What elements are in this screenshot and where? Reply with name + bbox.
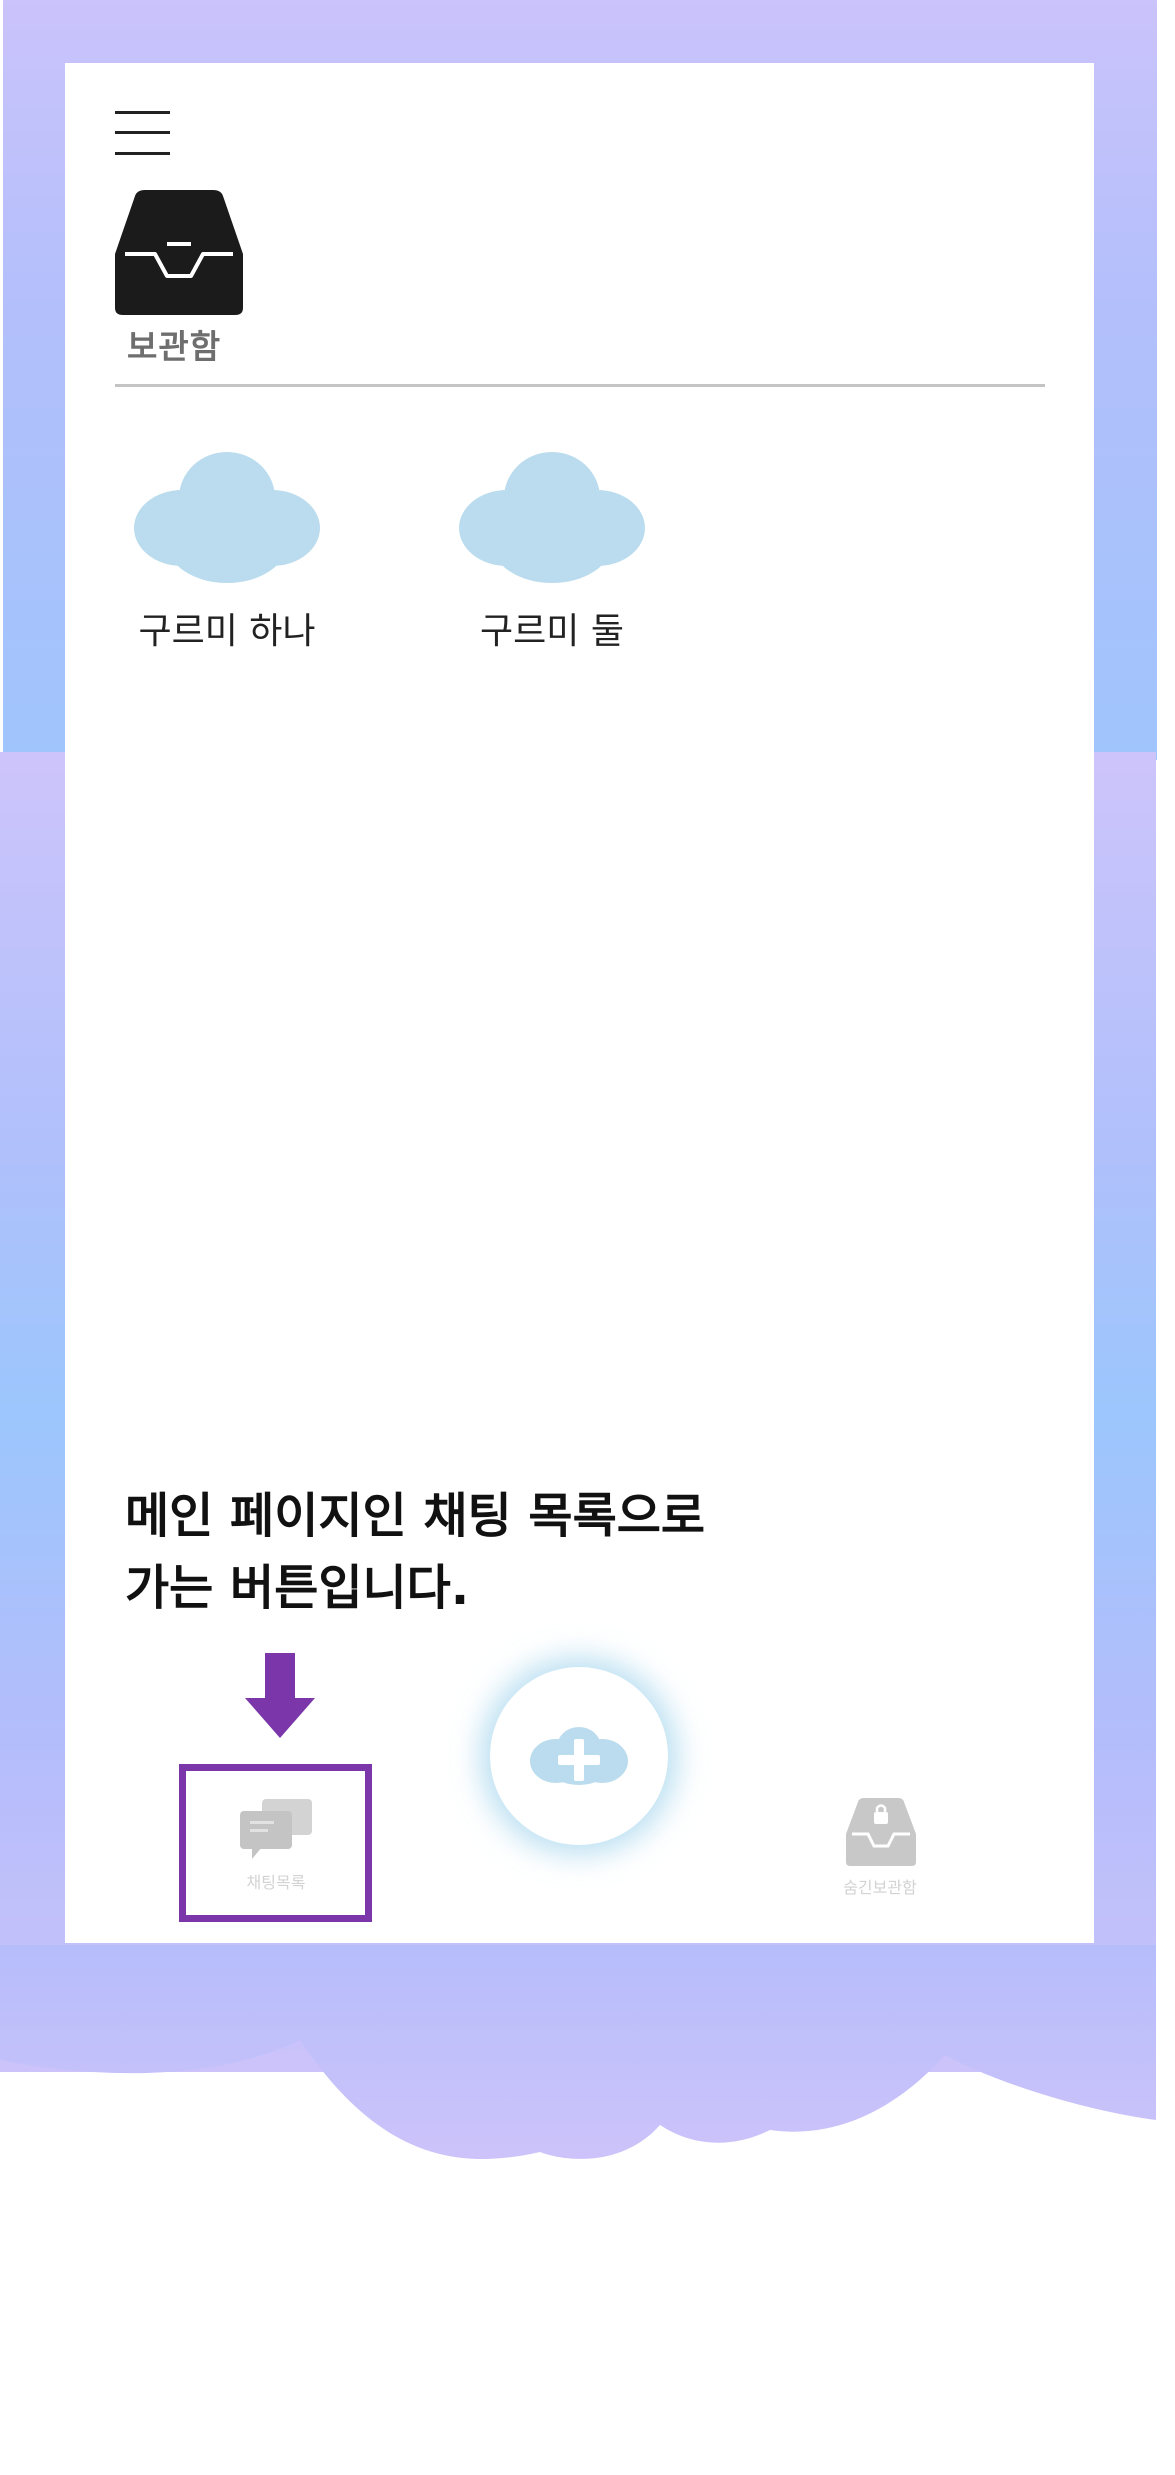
tab-hidden-storage-label: 숨긴보관함: [843, 1878, 917, 1897]
cloud-item-2[interactable]: 구르미 둘: [457, 448, 647, 654]
tab-chat-label: 채팅목록: [246, 1873, 306, 1892]
cloud-label: 구르미 하나: [138, 611, 316, 652]
cloud-icon: [134, 452, 320, 583]
header-divider: [115, 384, 1045, 387]
hamburger-menu-icon[interactable]: [115, 111, 170, 155]
annotation-line-1: 메인 페이지인 채팅 목록으로: [125, 1488, 706, 1544]
arrow-down-icon: [245, 1653, 315, 1738]
cloud-item-1[interactable]: 구르미 하나: [132, 448, 322, 654]
tab-chat-list[interactable]: 채팅목록: [180, 1764, 372, 1922]
tab-hidden-storage[interactable]: 숨긴보관함: [810, 1798, 950, 1908]
app-screen: 보관함 구르미 하나 구르미 둘 메인 페이지인 채팅 목록으로 가는 버튼입니…: [65, 63, 1094, 1943]
cloud-label: 구르미 둘: [480, 611, 624, 652]
chat-bubbles-icon: [240, 1799, 312, 1859]
locked-tray-icon: [846, 1798, 916, 1866]
plus-icon: [530, 1727, 628, 1785]
annotation-text: 메인 페이지인 채팅 목록으로 가는 버튼입니다.: [125, 1480, 805, 1624]
inbox-tray-icon: [115, 190, 243, 315]
add-button[interactable]: [490, 1667, 668, 1845]
annotation-line-2: 가는 버튼입니다.: [125, 1560, 470, 1616]
cloud-icon: [459, 452, 645, 583]
storage-title: 보관함: [127, 327, 222, 366]
